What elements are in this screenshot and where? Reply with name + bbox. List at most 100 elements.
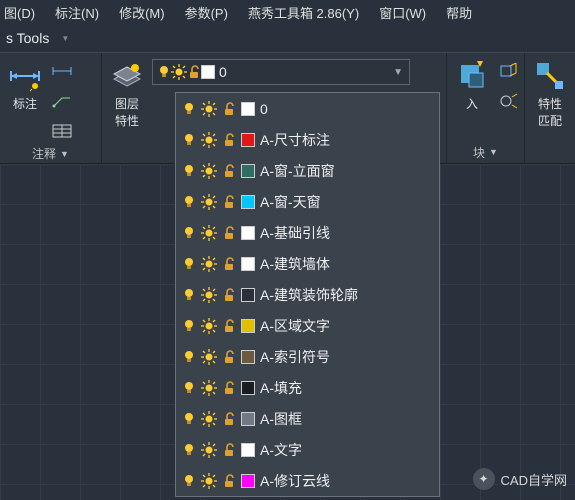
sun-icon[interactable] bbox=[201, 473, 217, 489]
layer-name: A-窗-天窗 bbox=[260, 192, 321, 212]
color-swatch[interactable] bbox=[241, 195, 255, 209]
lock-icon[interactable] bbox=[222, 256, 236, 272]
color-swatch[interactable] bbox=[241, 412, 255, 426]
layer-item[interactable]: A-修订云线 bbox=[176, 465, 439, 496]
linear-dim-icon[interactable] bbox=[50, 59, 74, 83]
insert-button[interactable]: 入 bbox=[453, 57, 491, 114]
menu-help[interactable]: 帮助 bbox=[446, 3, 472, 22]
bulb-icon[interactable] bbox=[182, 412, 196, 426]
menu-param[interactable]: 参数(P) bbox=[185, 3, 228, 22]
layer-item[interactable]: A-区域文字 bbox=[176, 310, 439, 341]
sun-icon[interactable] bbox=[201, 132, 217, 148]
layer-item[interactable]: A-尺寸标注 bbox=[176, 124, 439, 155]
layer-dropdown-list[interactable]: 0A-尺寸标注A-窗-立面窗 A-窗-天窗 A-基础引线 A-建筑墙体 A-建筑装饰轮廓… bbox=[175, 92, 440, 497]
bulb-icon[interactable] bbox=[182, 164, 196, 178]
menu-bar: 图(D) 标注(N) 修改(M) 参数(P) 燕秀工具箱 2.86(Y) 窗口(… bbox=[0, 0, 575, 24]
color-swatch[interactable] bbox=[241, 257, 255, 271]
panel-label-block[interactable]: 块 ▼ bbox=[453, 143, 518, 161]
layer-item[interactable]: A-填充 bbox=[176, 372, 439, 403]
menu-annotate[interactable]: 标注(N) bbox=[55, 3, 99, 22]
lock-icon[interactable] bbox=[222, 349, 236, 365]
layer-item[interactable]: A-窗-天窗 bbox=[176, 186, 439, 217]
layer-item[interactable]: A-基础引线 bbox=[176, 217, 439, 248]
layer-item[interactable]: A-建筑墙体 bbox=[176, 248, 439, 279]
bulb-icon[interactable] bbox=[182, 474, 196, 488]
block-attr-icon[interactable] bbox=[497, 89, 521, 113]
lock-icon[interactable] bbox=[222, 132, 236, 148]
tab-dropdown-icon[interactable]: ▼ bbox=[61, 34, 69, 43]
bulb-icon[interactable] bbox=[182, 381, 196, 395]
lock-icon[interactable] bbox=[222, 380, 236, 396]
layer-item[interactable]: A-文字 bbox=[176, 434, 439, 465]
leader-icon[interactable] bbox=[50, 89, 74, 113]
bulb-icon[interactable] bbox=[182, 226, 196, 240]
lock-icon[interactable] bbox=[222, 287, 236, 303]
menu-yxtool[interactable]: 燕秀工具箱 2.86(Y) bbox=[248, 3, 359, 22]
bulb-icon[interactable] bbox=[182, 133, 196, 147]
panel-properties: 特性 匹配 bbox=[525, 53, 575, 163]
color-swatch[interactable] bbox=[241, 319, 255, 333]
color-swatch[interactable] bbox=[241, 381, 255, 395]
sun-icon[interactable] bbox=[201, 163, 217, 179]
layer-name: A-索引符号 bbox=[260, 347, 330, 367]
lock-icon[interactable] bbox=[222, 101, 236, 117]
sun-icon[interactable] bbox=[201, 380, 217, 396]
sun-icon[interactable] bbox=[201, 225, 217, 241]
color-swatch[interactable] bbox=[241, 350, 255, 364]
table-icon[interactable] bbox=[50, 119, 74, 143]
bulb-icon[interactable] bbox=[182, 288, 196, 302]
layer-item[interactable]: A-索引符号 bbox=[176, 341, 439, 372]
sun-icon[interactable] bbox=[201, 349, 217, 365]
layer-item[interactable]: A-窗-立面窗 bbox=[176, 155, 439, 186]
layer-properties-button[interactable]: 图层 特性 bbox=[108, 57, 146, 131]
panel-annotate: 标注 注释 ▼ bbox=[0, 53, 102, 163]
dimension-label: 标注 bbox=[13, 95, 37, 112]
lock-icon[interactable] bbox=[222, 194, 236, 210]
bulb-icon[interactable] bbox=[182, 319, 196, 333]
bulb-icon[interactable] bbox=[182, 350, 196, 364]
layer-item[interactable]: A-建筑装饰轮廓 bbox=[176, 279, 439, 310]
layer-name: A-建筑墙体 bbox=[260, 254, 330, 274]
insert-label: 入 bbox=[466, 95, 478, 112]
bulb-icon[interactable] bbox=[182, 102, 196, 116]
sun-icon[interactable] bbox=[201, 442, 217, 458]
lock-icon[interactable] bbox=[222, 473, 236, 489]
sun-icon[interactable] bbox=[201, 318, 217, 334]
color-swatch[interactable] bbox=[241, 164, 255, 178]
layer-properties-label: 图层 特性 bbox=[115, 95, 139, 129]
bulb-icon[interactable] bbox=[182, 195, 196, 209]
color-swatch[interactable] bbox=[241, 474, 255, 488]
panel-label-annotate[interactable]: 注释 ▼ bbox=[6, 145, 95, 162]
lock-icon[interactable] bbox=[222, 225, 236, 241]
layer-dropdown[interactable]: 0 ▼ bbox=[152, 59, 410, 85]
layer-name: A-区域文字 bbox=[260, 316, 330, 336]
bulb-icon[interactable] bbox=[182, 443, 196, 457]
lock-icon[interactable] bbox=[222, 442, 236, 458]
layer-item[interactable]: 0 bbox=[176, 93, 439, 124]
color-swatch[interactable] bbox=[241, 226, 255, 240]
color-swatch[interactable] bbox=[241, 288, 255, 302]
lock-icon[interactable] bbox=[222, 163, 236, 179]
color-swatch[interactable] bbox=[241, 133, 255, 147]
color-swatch[interactable] bbox=[241, 102, 255, 116]
menu-window[interactable]: 窗口(W) bbox=[379, 3, 426, 22]
color-swatch[interactable] bbox=[241, 443, 255, 457]
block-edit-icon[interactable] bbox=[497, 59, 521, 83]
layer-item[interactable]: A-图框 bbox=[176, 403, 439, 434]
lock-icon[interactable] bbox=[222, 411, 236, 427]
bulb-icon[interactable] bbox=[182, 257, 196, 271]
sun-icon[interactable] bbox=[201, 411, 217, 427]
sun-icon[interactable] bbox=[201, 287, 217, 303]
matchprop-button[interactable]: 特性 匹配 bbox=[531, 57, 569, 131]
sun-icon[interactable] bbox=[201, 256, 217, 272]
menu-modify[interactable]: 修改(M) bbox=[119, 3, 165, 22]
layer-name: A-填充 bbox=[260, 378, 302, 398]
lock-icon[interactable] bbox=[222, 318, 236, 334]
sun-icon[interactable] bbox=[201, 101, 217, 117]
menu-draw[interactable]: 图(D) bbox=[4, 3, 35, 22]
color-swatch bbox=[201, 65, 215, 79]
matchprop-label: 特性 匹配 bbox=[538, 95, 562, 129]
bulb-icon bbox=[157, 65, 171, 79]
sun-icon[interactable] bbox=[201, 194, 217, 210]
dimension-button[interactable]: 标注 bbox=[6, 57, 44, 114]
